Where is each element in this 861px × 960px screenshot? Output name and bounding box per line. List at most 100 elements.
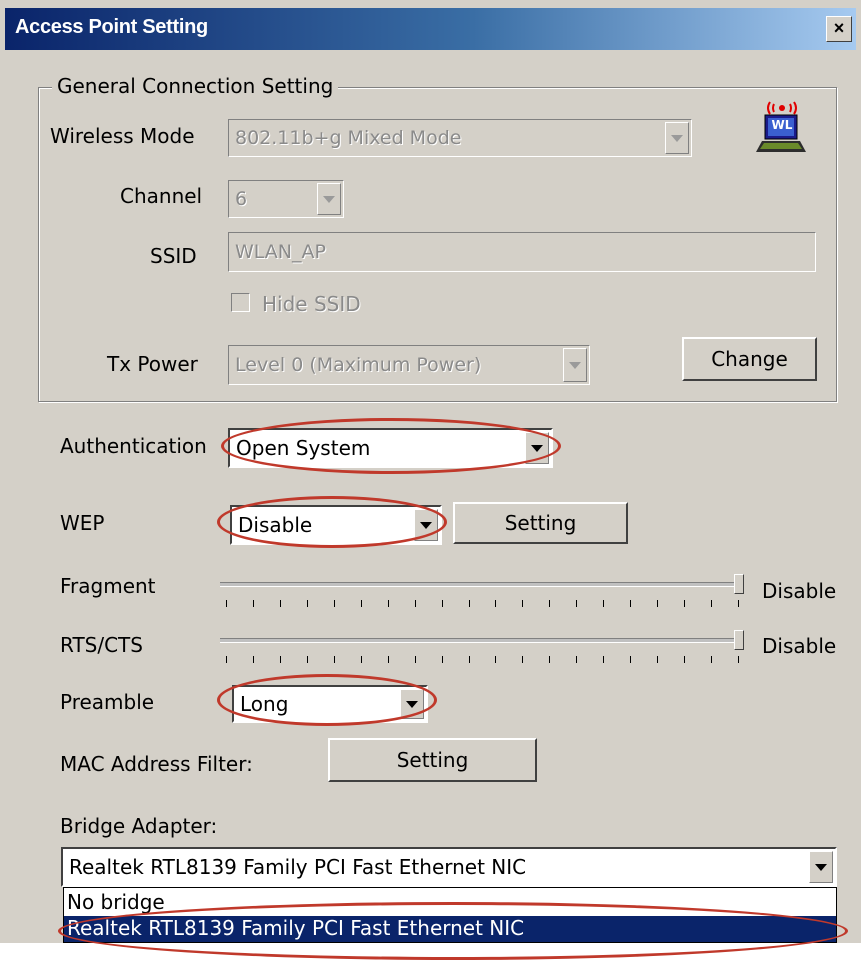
wep-value: Disable — [238, 513, 313, 537]
preamble-select[interactable]: Long — [232, 685, 428, 723]
close-icon: × — [833, 18, 845, 38]
wep-label: WEP — [60, 511, 105, 535]
wireless-adapter-icon: WL — [752, 96, 812, 160]
rts-cts-slider-tick — [684, 656, 686, 663]
tx-power-dropdown-arrow — [563, 348, 587, 382]
rts-cts-slider-tick — [657, 656, 659, 663]
rts-cts-slider-tick — [495, 656, 497, 663]
rts-cts-slider-tick — [441, 656, 443, 663]
fragment-slider-tick — [576, 600, 578, 607]
channel-value: 6 — [235, 188, 248, 210]
title-bar[interactable]: Access Point Setting × — [5, 8, 856, 50]
wireless-adapter-badge: WL — [771, 118, 793, 132]
mac-filter-setting-button[interactable]: Setting — [328, 738, 537, 782]
chevron-down-icon — [671, 134, 683, 142]
rts-cts-value: Disable — [762, 634, 837, 658]
rts-cts-slider-tick — [387, 656, 389, 663]
access-point-setting-dialog: Access Point Setting × General Connectio… — [0, 0, 861, 960]
rts-cts-slider-tick — [468, 656, 470, 663]
fragment-slider-tick — [252, 600, 254, 607]
fragment-slider-tick — [738, 600, 739, 607]
bridge-adapter-select[interactable]: Realtek RTL8139 Family PCI Fast Ethernet… — [61, 847, 837, 887]
hide-ssid-label: Hide SSID — [262, 292, 361, 316]
fragment-label: Fragment — [60, 574, 156, 598]
wep-select[interactable]: Disable — [230, 505, 442, 545]
channel-dropdown-arrow — [317, 183, 341, 215]
mac-filter-label: MAC Address Filter: — [60, 752, 253, 776]
wireless-mode-label: Wireless Mode — [50, 124, 195, 148]
ssid-label: SSID — [150, 244, 197, 268]
change-button-label: Change — [711, 347, 788, 371]
rts-cts-slider-tick — [333, 656, 335, 663]
authentication-label: Authentication — [60, 434, 207, 458]
bridge-option-no-bridge[interactable]: No bridge — [64, 890, 836, 916]
fragment-slider-tick — [414, 600, 416, 607]
rts-cts-slider-tick — [630, 656, 632, 663]
rts-cts-slider-tick — [252, 656, 254, 663]
bridge-option-label: No bridge — [67, 890, 165, 914]
fragment-slider-tick — [441, 600, 443, 607]
rts-cts-slider-tick — [711, 656, 713, 663]
authentication-select[interactable]: Open System — [228, 428, 553, 468]
hide-ssid-checkbox — [231, 293, 250, 312]
fragment-slider-tick — [549, 600, 551, 607]
fragment-slider-tick — [279, 600, 281, 607]
wireless-mode-select: 802.11b+g Mixed Mode — [228, 119, 692, 157]
rts-cts-slider-tick — [603, 656, 605, 663]
chevron-down-icon — [420, 521, 432, 529]
ssid-value: WLAN_AP — [235, 241, 326, 263]
chevron-down-icon — [569, 361, 581, 369]
authentication-value: Open System — [236, 436, 371, 460]
rts-cts-slider-tick — [279, 656, 281, 663]
fragment-slider-tick — [603, 600, 605, 607]
tx-power-label: Tx Power — [107, 352, 198, 376]
fragment-slider-tick — [387, 600, 389, 607]
bridge-adapter-value: Realtek RTL8139 Family PCI Fast Ethernet… — [69, 855, 527, 879]
mac-filter-setting-button-label: Setting — [396, 748, 469, 772]
fragment-slider-tick — [360, 600, 362, 607]
wep-setting-button[interactable]: Setting — [453, 502, 628, 544]
bridge-adapter-label: Bridge Adapter: — [60, 814, 218, 838]
ssid-input: WLAN_AP — [228, 232, 816, 272]
fragment-value: Disable — [762, 579, 837, 603]
preamble-dropdown-arrow[interactable] — [400, 689, 424, 719]
rts-cts-slider-thumb[interactable] — [734, 630, 744, 650]
rts-cts-slider-tick — [522, 656, 524, 663]
tx-power-select: Level 0 (Maximum Power) — [228, 345, 590, 385]
chevron-down-icon — [406, 700, 418, 708]
bridge-adapter-dropdown-arrow[interactable] — [809, 851, 833, 883]
authentication-dropdown-arrow[interactable] — [525, 432, 549, 464]
general-connection-legend: General Connection Setting — [52, 74, 339, 98]
wep-dropdown-arrow[interactable] — [414, 509, 438, 541]
rts-cts-slider-tick — [306, 656, 308, 663]
bridge-option-label: Realtek RTL8139 Family PCI Fast Ethernet… — [67, 916, 525, 940]
close-button[interactable]: × — [826, 16, 852, 42]
rts-cts-label: RTS/CTS — [60, 633, 143, 657]
fragment-slider-track[interactable] — [220, 582, 744, 587]
fragment-slider-tick — [226, 600, 227, 607]
rts-cts-slider-tick — [360, 656, 362, 663]
chevron-down-icon — [531, 444, 543, 452]
preamble-label: Preamble — [60, 690, 155, 714]
bridge-option-realtek[interactable]: Realtek RTL8139 Family PCI Fast Ethernet… — [64, 916, 836, 942]
fragment-slider-thumb[interactable] — [734, 574, 744, 594]
channel-label: Channel — [120, 184, 203, 208]
rts-cts-slider-tick — [738, 656, 739, 663]
fragment-slider-tick — [657, 600, 659, 607]
fragment-slider-tick — [468, 600, 470, 607]
preamble-value: Long — [240, 692, 289, 716]
fragment-slider-tick — [333, 600, 335, 607]
wep-setting-button-label: Setting — [504, 511, 577, 535]
window-title: Access Point Setting — [15, 16, 208, 38]
bridge-adapter-dropdown-list: No bridge Realtek RTL8139 Family PCI Fas… — [63, 887, 837, 943]
fragment-slider-tick — [306, 600, 308, 607]
fragment-slider-tick — [711, 600, 713, 607]
rts-cts-slider-tick — [414, 656, 416, 663]
chevron-down-icon — [815, 863, 827, 871]
chevron-down-icon — [323, 195, 335, 203]
rts-cts-slider-track[interactable] — [220, 638, 744, 643]
rts-cts-slider-tick — [576, 656, 578, 663]
wireless-mode-value: 802.11b+g Mixed Mode — [235, 127, 462, 149]
channel-select: 6 — [228, 180, 344, 218]
change-button[interactable]: Change — [682, 337, 817, 381]
